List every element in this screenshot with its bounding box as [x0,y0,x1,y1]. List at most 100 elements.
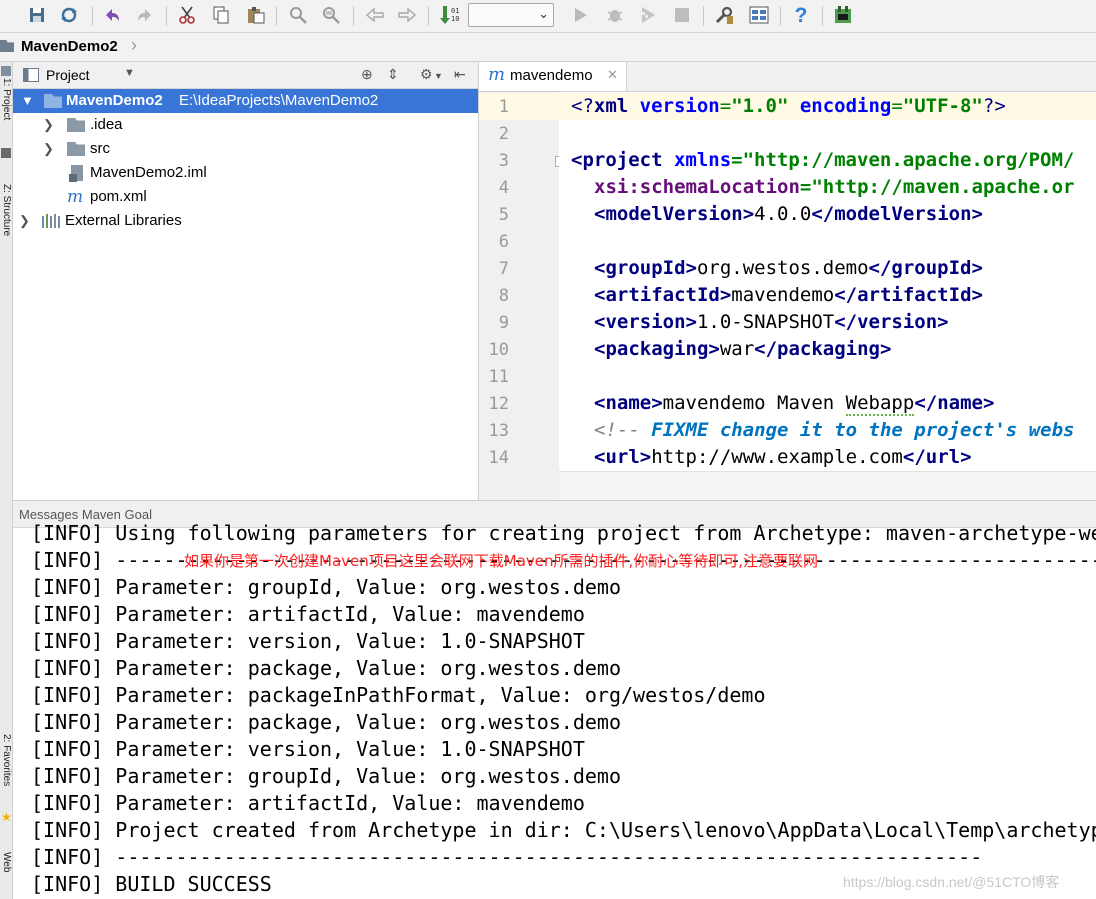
tree-item-label: External Libraries [65,212,182,229]
line-number: 13 [488,421,509,441]
structure-tool-icon [1,148,11,158]
tab-web[interactable]: Web [1,852,12,872]
watermark: https://blog.csdn.net/@51CTO博客 [843,874,1060,890]
breadcrumb-item[interactable]: MavenDemo2 [21,38,118,55]
find-icon[interactable] [287,4,309,26]
main-toolbar: 01 10 ⌄ ? [0,0,1096,33]
project-structure-icon[interactable] [748,4,770,26]
chevron-right-icon: › [131,35,137,55]
log-line: [INFO] Parameter: groupId, Value: org.we… [31,764,622,788]
tree-item-mavendemo2[interactable]: ▼ MavenDemo2 E:\IdeaProjects\MavenDemo2 [13,89,478,113]
code-line: <name>mavendemo Maven Webapp</name> [594,392,995,416]
tree-item-external-libraries[interactable]: ❯ External Libraries [13,209,478,233]
collapse-all-icon[interactable]: ⇕ [387,66,399,83]
log-line: [INFO] Parameter: version, Value: 1.0-SN… [31,737,585,761]
maven-file-icon: m [488,64,506,85]
editor-pane: m mavendemo ✕ 1 2 3 4 5 6 7 8 9 10 11 12… [479,62,1096,501]
star-icon: ★ [1,810,12,824]
hide-panel-icon[interactable]: ⇤ [454,66,466,83]
line-number: 8 [498,286,509,306]
tree-item-label: src [90,140,110,157]
folder-icon [0,40,14,52]
event-log-icon[interactable] [832,4,854,26]
tree-item-idea[interactable]: ❯ .idea [13,113,478,137]
log-line: [INFO] Using following parameters for cr… [31,521,1096,545]
svg-text:01: 01 [451,7,459,15]
log-line: [INFO] Parameter: version, Value: 1.0-SN… [31,629,585,653]
tab-favorites[interactable]: 2: Favorites [1,734,12,786]
log-line: [INFO] Parameter: package, Value: org.we… [31,710,622,734]
locate-icon[interactable]: ⊕ [361,66,373,83]
code-line: <groupId>org.westos.demo</groupId> [594,257,983,279]
tree-item-label: .idea [90,116,123,133]
stop-icon[interactable] [671,4,693,26]
tab-mavendemo[interactable]: m mavendemo ✕ [479,62,627,91]
chevron-down-icon: ⌄ [538,6,549,21]
tree-item-src[interactable]: ❯ src [13,137,478,161]
messages-tool-window: Messages Maven Goal [INFO] Using followi… [13,500,1096,899]
line-number: 9 [498,313,509,333]
folder-icon [67,142,85,156]
help-icon[interactable]: ? [790,4,812,26]
chevron-down-icon[interactable]: ▼ [21,89,34,113]
project-tool-icon [1,66,11,76]
gear-icon[interactable]: ⚙ [420,66,433,83]
iml-file-icon [69,165,83,182]
line-number: 6 [498,232,509,252]
line-number: 1 [498,97,509,117]
cut-icon[interactable] [176,4,198,26]
tool-window-strip: 1: Project Z: Structure 2: Favorites ★ W… [0,62,13,899]
tab-project[interactable]: 1: Project [1,78,12,120]
line-number: 4 [498,178,509,198]
code-line: xsi:schemaLocation="http://maven.apache.… [594,176,1075,198]
run-icon[interactable] [570,4,592,26]
code-line: <url>http://www.example.com</url> [594,446,972,468]
breadcrumb: MavenDemo2 › [0,33,1096,62]
module-folder-icon [44,94,62,108]
log-line: [INFO] ---------------------------------… [31,845,983,869]
chevron-down-icon[interactable]: ▼ [434,71,443,81]
run-config-select[interactable]: ⌄ [468,3,554,27]
code-area[interactable]: <?xml version="1.0" encoding="UTF-8"?> <… [559,92,1096,472]
make-project-icon[interactable]: 01 10 [439,4,461,26]
tree-item-label: MavenDemo2 [66,92,163,109]
maven-file-icon: m [67,187,84,207]
tree-item-label: MavenDemo2.iml [90,164,207,181]
horizontal-scrollbar[interactable] [559,471,1096,501]
chevron-down-icon[interactable]: ▼ [124,67,135,79]
forward-icon[interactable] [396,4,418,26]
redo-icon[interactable] [134,4,156,26]
line-number: 5 [498,205,509,225]
project-tool-window: Project ▼ ⊕ ⇕ ⚙ ▼ ⇤ ▼ MavenDemo2 E:\Idea… [13,62,479,500]
chevron-right-icon[interactable]: ❯ [19,209,30,233]
coverage-icon[interactable] [637,4,659,26]
code-line: <!-- FIXME change it to the project's we… [594,419,1075,441]
project-view-select[interactable]: Project [46,67,90,83]
tree-item-label: pom.xml [90,188,147,205]
debug-icon[interactable] [604,4,626,26]
line-number: 2 [498,124,509,144]
back-icon[interactable] [364,4,386,26]
replace-icon[interactable] [320,4,342,26]
log-line: [INFO] Parameter: packageInPathFormat, V… [31,683,766,707]
chevron-right-icon[interactable]: ❯ [43,113,54,137]
code-line: <modelVersion>4.0.0</modelVersion> [594,203,983,225]
tree-item-iml[interactable]: MavenDemo2.iml [13,161,478,185]
close-icon[interactable]: ✕ [607,67,618,83]
code-line: <artifactId>mavendemo</artifactId> [594,284,983,306]
panel-title: Messages Maven Goal [19,507,152,522]
line-number-gutter: 1 2 3 4 5 6 7 8 9 10 11 12 13 14 [479,92,566,500]
copy-icon[interactable] [210,4,232,26]
log-line: [INFO] Parameter: artifactId, Value: mav… [31,602,585,626]
sync-icon[interactable] [58,4,80,26]
undo-icon[interactable] [101,4,123,26]
paste-icon[interactable] [245,4,267,26]
tab-structure[interactable]: Z: Structure [1,184,12,236]
settings-icon[interactable] [713,4,735,26]
folder-icon [67,118,85,132]
libraries-icon [42,214,60,228]
project-view-icon [23,68,39,82]
save-icon[interactable] [26,4,48,26]
tree-item-pom[interactable]: m pom.xml [13,185,478,209]
chevron-right-icon[interactable]: ❯ [43,137,54,161]
